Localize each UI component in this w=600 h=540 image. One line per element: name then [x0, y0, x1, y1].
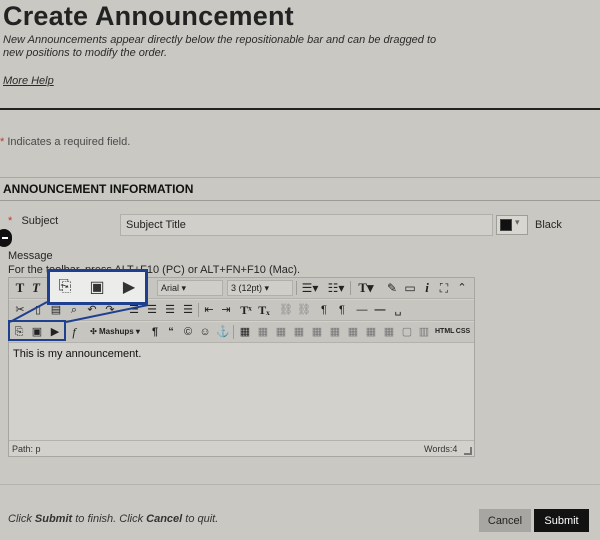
submit-button[interactable]: Submit	[534, 509, 589, 532]
cut-icon[interactable]: ✂	[13, 302, 27, 318]
editor-content-text: This is my announcement.	[13, 348, 142, 360]
split-cells-icon[interactable]: ▢	[400, 324, 414, 340]
editor-toolbar-row-3: ⎘ ▣ ▶ f ✣ Mashups ▾ ¶ “ © ☺ ⚓ ▦ ▦ ▦ ▦ ▦ …	[9, 322, 474, 343]
callout-zoom-box: ⎘ ▣ ▶	[47, 269, 148, 305]
superscript-icon[interactable]: Tˣ	[239, 302, 253, 318]
subject-row: * Subject ▾ Black	[0, 210, 600, 244]
table-row-props-icon[interactable]: ▦	[256, 324, 270, 340]
word-count: Words:4	[424, 444, 458, 454]
font-size-select[interactable]: 3 (12pt) ▾	[227, 280, 293, 296]
collapse-toolbar-icon[interactable]: ⌃	[455, 280, 469, 296]
text-style-icon[interactable]: T	[29, 280, 43, 296]
more-help-link[interactable]: More Help	[3, 75, 54, 87]
toolbar-separator	[198, 303, 199, 317]
insert-row-before-icon[interactable]: ▦	[292, 324, 306, 340]
footer-hint-middle: to finish. Click	[72, 513, 147, 525]
section-heading: ANNOUNCEMENT INFORMATION	[3, 182, 194, 196]
page-title: Create Announcement	[3, 1, 294, 31]
merge-cells-icon[interactable]: ▥	[417, 324, 431, 340]
message-label: Message	[8, 250, 53, 262]
footer-hint-suffix: to quit.	[182, 513, 219, 525]
table-cell-props-icon[interactable]: ▦	[274, 324, 288, 340]
rtl-icon[interactable]: ¶	[335, 302, 349, 318]
css-button[interactable]: CSS	[455, 324, 471, 340]
page-header: Create Announcement New Announcements ap…	[0, 0, 600, 110]
delete-col-icon[interactable]: ▦	[382, 324, 396, 340]
text-color-picker[interactable]: ▾	[496, 215, 528, 235]
chevron-down-icon: ▾	[515, 217, 520, 227]
html-source-button[interactable]: HTML	[435, 324, 454, 340]
toolbar-separator	[296, 281, 297, 295]
pilcrow-icon[interactable]: ¶	[149, 324, 161, 340]
film-icon: ▶	[122, 279, 136, 296]
editor-status-bar: Path: p Words:4	[9, 440, 474, 456]
mashups-menu[interactable]: ✣ Mashups ▾	[89, 324, 141, 340]
horizontal-rule-icon[interactable]: —	[355, 302, 369, 318]
required-star: *	[0, 136, 5, 148]
section-divider-top	[0, 177, 600, 178]
text-color-icon[interactable]: T▾	[355, 280, 377, 296]
footer-hint-cancel: Cancel	[146, 513, 183, 525]
toolbar-separator	[233, 325, 234, 339]
insert-col-after-icon[interactable]: ▦	[364, 324, 378, 340]
cancel-button[interactable]: Cancel	[479, 509, 531, 532]
thick-rule-icon[interactable]: —	[373, 302, 387, 318]
subject-label-text: Subject	[21, 215, 59, 227]
collapse-icon[interactable]	[0, 229, 12, 247]
subject-label: * Subject	[8, 215, 58, 227]
pencil-icon[interactable]: ✎	[385, 280, 399, 296]
section-divider	[0, 200, 600, 201]
fullscreen-icon[interactable]: ⛶	[437, 280, 451, 296]
font-family-select[interactable]: Arial ▾	[157, 280, 223, 296]
ltr-icon[interactable]: ¶	[317, 302, 331, 318]
subscript-icon[interactable]: Tₓ	[257, 302, 271, 318]
editor-content-area[interactable]: This is my announcement.	[9, 344, 474, 440]
quote-icon[interactable]: “	[165, 324, 177, 340]
footer-hint-submit: Submit	[34, 513, 73, 525]
math-formula-icon[interactable]: f	[67, 324, 81, 340]
emoticon-icon[interactable]: ☺	[199, 324, 211, 340]
font-family-value: Arial	[161, 283, 180, 293]
numbered-list-icon[interactable]: ☷▾	[325, 280, 347, 296]
copy-icon[interactable]: ▯	[31, 302, 45, 318]
required-note-text: Indicates a required field.	[7, 136, 131, 148]
unlink-icon[interactable]: ⛓	[297, 302, 311, 318]
bullet-list-icon[interactable]: ☰▾	[300, 280, 320, 296]
font-size-value: 3 (12pt)	[231, 283, 263, 293]
insert-table-icon[interactable]: ▦	[238, 324, 252, 340]
subject-input[interactable]	[120, 214, 493, 236]
subject-required-star: *	[8, 215, 13, 227]
footer-instructions: Click Submit to finish. Click Cancel to …	[8, 513, 218, 525]
image-icon: ▣	[89, 279, 105, 296]
footer-hint-prefix: Click	[8, 513, 35, 525]
align-right-icon[interactable]: ☰	[163, 302, 177, 318]
footer-divider	[0, 484, 600, 485]
page-instructions: New Announcements appear directly below …	[3, 34, 437, 59]
preview-icon[interactable]: ▭	[403, 280, 417, 296]
insert-row-after-icon[interactable]: ▦	[310, 324, 324, 340]
color-name: Black	[535, 219, 562, 231]
anchor-icon[interactable]: ⚓	[216, 324, 230, 340]
nonbreaking-space-icon[interactable]: ␣	[391, 302, 405, 318]
align-justify-icon[interactable]: ☰	[181, 302, 195, 318]
insert-col-before-icon[interactable]: ▦	[346, 324, 360, 340]
header-divider	[0, 108, 600, 110]
outdent-icon[interactable]: ⇤	[202, 302, 216, 318]
toolbar-separator	[350, 281, 351, 295]
color-swatch	[500, 219, 512, 231]
highlighted-insert-buttons	[8, 320, 66, 341]
resize-handle-icon[interactable]	[464, 447, 472, 455]
link-icon[interactable]: ⛓	[279, 302, 293, 318]
copyright-icon[interactable]: ©	[182, 324, 194, 340]
paragraph-format-icon[interactable]: T	[13, 280, 27, 296]
required-field-note: * Indicates a required field.	[0, 136, 130, 148]
mashups-label: Mashups	[99, 327, 134, 336]
indent-icon[interactable]: ⇥	[219, 302, 233, 318]
delete-row-icon[interactable]: ▦	[328, 324, 342, 340]
element-path: Path: p	[12, 444, 41, 454]
info-icon[interactable]: i	[421, 280, 433, 296]
paperclip-icon: ⎘	[58, 278, 72, 295]
